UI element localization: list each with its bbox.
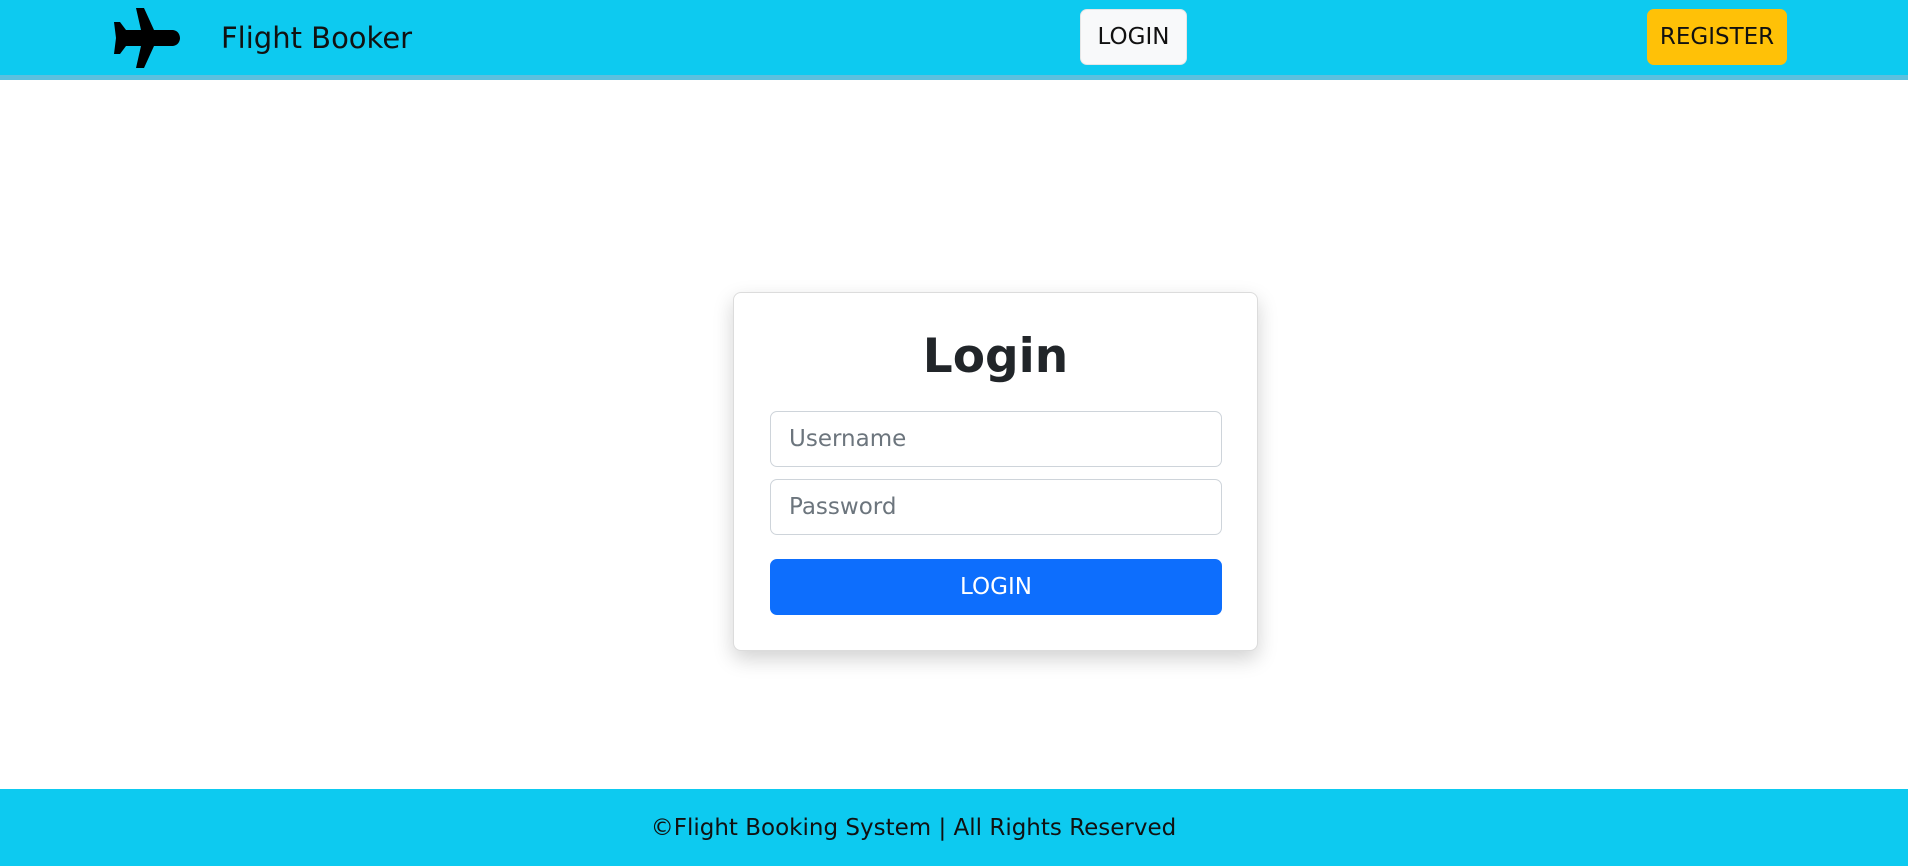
username-input[interactable] <box>770 411 1222 467</box>
nav-register-button[interactable]: REGISTER <box>1647 9 1787 65</box>
footer: ©Flight Booking System | All Rights Rese… <box>0 789 1908 866</box>
password-input[interactable] <box>770 479 1222 535</box>
nav-login-button[interactable]: LOGIN <box>1080 9 1187 65</box>
brand-title[interactable]: Flight Booker <box>221 18 412 58</box>
login-card: Login LOGIN <box>733 292 1258 651</box>
footer-copyright: ©Flight Booking System | All Rights Rese… <box>650 814 1177 841</box>
airplane-icon[interactable] <box>110 6 180 70</box>
login-title: Login <box>922 329 1069 384</box>
navbar: Flight Booker LOGIN REGISTER <box>0 0 1908 80</box>
login-submit-button[interactable]: LOGIN <box>770 559 1222 615</box>
